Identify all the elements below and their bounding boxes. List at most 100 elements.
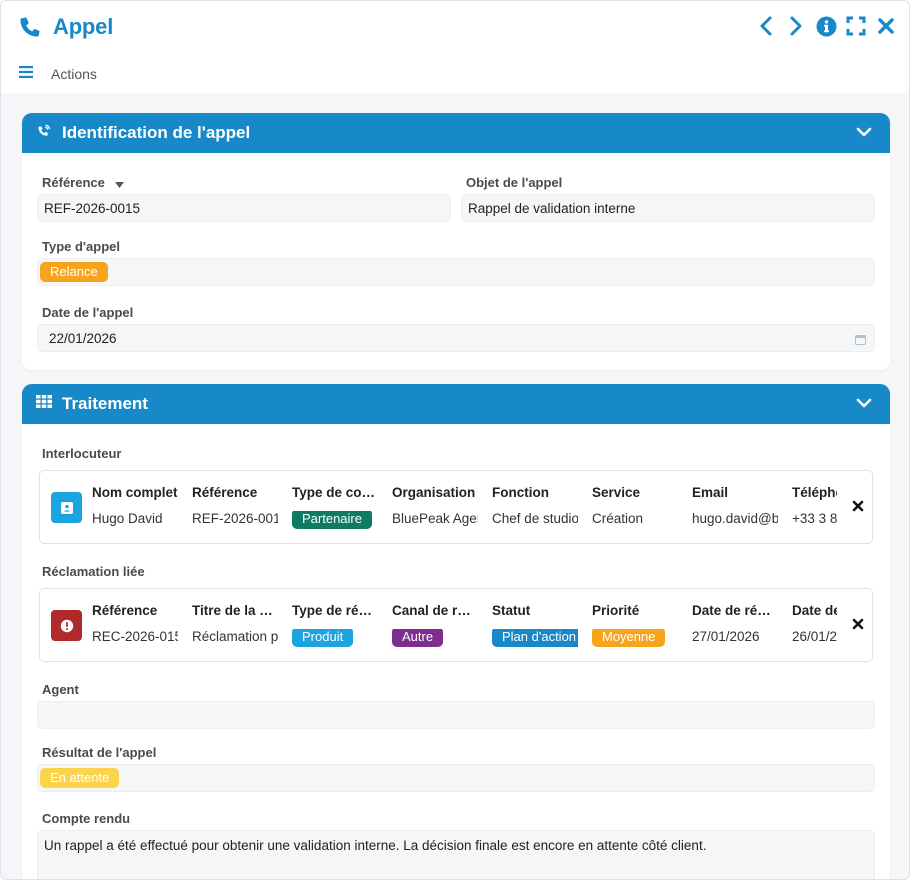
reclamation-columns: Référence REC-2026-0158 Titre de la récl… [92,589,837,661]
agent-field[interactable] [37,701,875,729]
objet-label: Objet de l'appel [466,175,563,190]
interlocuteur-col-telephone: Téléphone +33 3 87 [792,471,837,543]
reclamation-col-date-reception: Date de réception 27/01/2026 [692,589,778,661]
info-icon[interactable] [815,15,837,37]
agent-label: Agent [42,682,79,697]
contact-card-icon [51,492,82,523]
column-value: +33 3 87 [792,511,837,526]
remove-icon[interactable] [852,617,864,635]
reclamation-col-type: Type de réclamation Produit [292,589,378,661]
phone-volume-icon [36,123,52,144]
column-value: Partenaire [292,511,378,529]
reclamation-label: Réclamation liée [42,564,145,579]
interlocuteur-col-fonction: Fonction Chef de studio [492,471,578,543]
menu-icon[interactable] [19,65,33,83]
compte-rendu-label: Compte rendu [42,811,131,826]
column-header: Nom complet [92,485,178,500]
caret-down-icon[interactable] [114,176,124,191]
close-icon[interactable] [875,15,897,37]
column-value: Plan d'action [492,629,578,647]
identification-panel-title: Identification de l'appel [62,123,251,142]
column-header: Référence [92,603,158,618]
reference-field[interactable]: REF-2026-0015 [37,194,451,222]
reclamation-col-reference: Référence REC-2026-0158 [92,589,178,661]
interlocuteur-col-reference: Référence REF-2026-0015 [192,471,278,543]
column-header: Référence [192,485,258,500]
column-value: BluePeak Agency [392,511,478,526]
phone-icon [17,14,43,40]
column-value: Hugo David [92,511,163,526]
reclamation-card[interactable]: Référence REC-2026-0158 Titre de la récl… [39,588,873,662]
reclamation-col-priorite: Priorité Moyenne [592,589,678,661]
traitement-panel: Traitement Interlocuteur Nom complet Hug… [22,384,890,879]
column-header: Date de [792,603,837,618]
chevron-left-icon[interactable] [755,15,777,37]
traitement-panel-title: Traitement [62,394,148,413]
resultat-label: Résultat de l'appel [42,745,157,760]
reclamation-col-titre: Titre de la réclamation Réclamation prod… [192,589,278,661]
reclamation-col-statut: Statut Plan d'action [492,589,578,661]
column-value: 27/01/2026 [692,629,760,644]
resultat-field[interactable]: En attente [37,764,875,792]
statut-tag: Plan d'action [492,629,578,647]
column-header: Priorité [592,603,640,618]
column-value: 26/01/2026 [792,629,837,644]
column-header: Service [592,485,641,500]
column-header: Type de réclamation [292,603,378,618]
column-header: Téléphone [792,485,837,500]
actions-label[interactable]: Actions [51,66,97,82]
chevron-down-icon[interactable] [856,396,872,414]
type-appel-tag: Relance [40,262,108,282]
window-controls [755,15,897,37]
alert-icon [51,610,82,641]
column-value: Chef de studio [492,511,578,526]
interlocuteur-label: Interlocuteur [42,446,122,461]
identification-panel-header[interactable]: Identification de l'appel [22,113,890,153]
table-icon [36,395,52,413]
column-value: Autre [392,629,478,647]
window-title-row: Appel [17,13,113,41]
calendar-icon[interactable] [855,333,866,348]
window-topbar: Appel Actions [1,1,909,93]
interlocuteur-col-service: Service Création [592,471,678,543]
remove-icon[interactable] [852,499,864,517]
type-reclamation-tag: Produit [292,629,354,647]
call-window: Appel Actions Identification de l'appel … [0,0,910,880]
interlocuteur-col-organisation: Organisation BluePeak Agency [392,471,478,543]
compte-rendu-field[interactable]: Un rappel a été effectué pour obtenir un… [37,830,875,879]
reclamation-col-date: Date de 26/01/2026 [792,589,837,661]
interlocuteur-col-email: Email hugo.david@bluepeak.fr [692,471,778,543]
objet-field[interactable]: Rappel de validation interne [461,194,875,222]
column-value: Création [592,511,644,526]
column-header: Type de contact [292,485,378,500]
column-value: Produit [292,629,378,647]
reference-label[interactable]: Référence [42,175,124,191]
chevron-right-icon[interactable] [785,15,807,37]
traitement-panel-header[interactable]: Traitement [22,384,890,424]
column-header: Titre de la réclamation [192,603,278,618]
reclamation-col-canal: Canal de réception Autre [392,589,478,661]
column-value: Réclamation produit [192,629,278,644]
type-appel-field[interactable]: Relance [37,258,875,286]
column-value: hugo.david@bluepeak.fr [692,511,778,526]
interlocuteur-col-type: Type de contact Partenaire [292,471,378,543]
canal-tag: Autre [392,629,444,647]
chevron-down-icon[interactable] [856,125,872,143]
actions-menu[interactable]: Actions [19,65,97,83]
column-value: REF-2026-0015 [192,511,278,526]
column-value: Moyenne [592,629,678,647]
column-header: Email [692,485,729,500]
column-header: Statut [492,603,531,618]
type-appel-label: Type d'appel [42,239,120,254]
resultat-tag: En attente [40,768,120,788]
date-appel-field[interactable]: 22/01/2026 [37,324,875,352]
expand-icon[interactable] [845,15,867,37]
priorite-tag: Moyenne [592,629,666,647]
interlocuteur-columns: Nom complet Hugo David Référence REF-202… [92,471,837,543]
column-value: REC-2026-0158 [92,629,178,644]
column-header: Date de réception [692,603,778,618]
column-header: Canal de réception [392,603,478,618]
column-header: Organisation [392,485,476,500]
window-title: Appel [53,14,114,39]
interlocuteur-card[interactable]: Nom complet Hugo David Référence REF-202… [39,470,873,544]
